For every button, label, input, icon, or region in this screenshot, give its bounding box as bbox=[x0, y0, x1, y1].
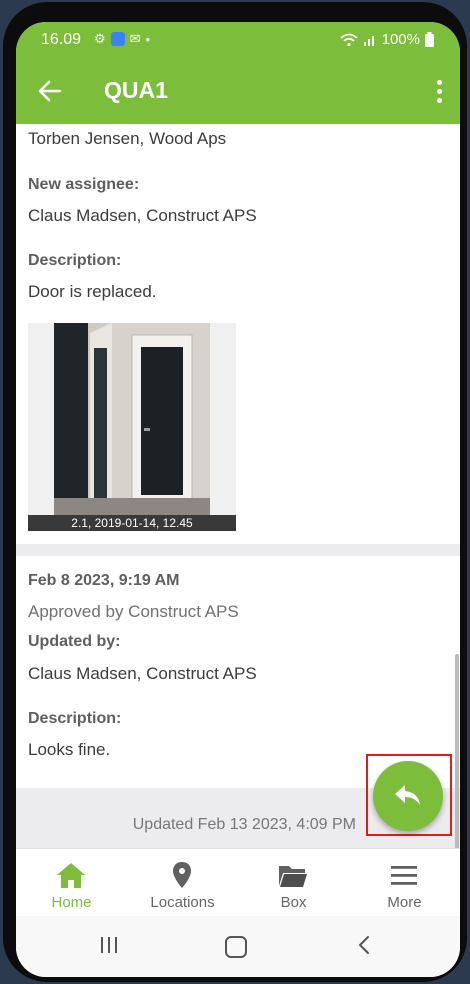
description-value: Door is replaced. bbox=[28, 282, 157, 301]
system-home-button[interactable] bbox=[225, 936, 247, 958]
nav-locations-label: Locations bbox=[150, 894, 215, 911]
hamburger-menu-icon bbox=[391, 866, 417, 885]
reply-icon bbox=[395, 785, 420, 805]
screen: 16.09 ⚙ ✉ • 100% QUA1 Torben Jensen, Woo… bbox=[16, 22, 460, 977]
description-label-2: Description: bbox=[28, 710, 122, 727]
home-icon bbox=[57, 863, 85, 888]
app-bar: QUA1 bbox=[16, 58, 460, 124]
wifi-icon bbox=[340, 33, 358, 46]
recents-button[interactable] bbox=[101, 937, 117, 953]
system-navigation-bar bbox=[16, 916, 460, 977]
bottom-navigation: Home Locations Box More bbox=[16, 848, 460, 917]
nav-locations[interactable]: Locations bbox=[127, 849, 238, 917]
nav-box-label: Box bbox=[280, 894, 307, 911]
updated-by-label: Updated by: bbox=[28, 633, 121, 650]
dot-icon: • bbox=[145, 31, 151, 47]
updated-by-value: Claus Madsen, Construct APS bbox=[28, 664, 257, 683]
overflow-menu-icon[interactable] bbox=[432, 76, 446, 106]
status-time: 16.09 bbox=[41, 31, 82, 48]
description-label: Description: bbox=[28, 252, 122, 269]
back-arrow-icon[interactable] bbox=[36, 77, 64, 105]
entry-status: Approved by Construct APS bbox=[28, 602, 239, 621]
nav-more[interactable]: More bbox=[349, 849, 460, 917]
previous-assignee-value: Torben Jensen, Wood Aps bbox=[28, 129, 227, 148]
photo-caption: 2.1, 2019-01-14, 12.45 bbox=[28, 515, 236, 531]
section-divider bbox=[16, 544, 460, 556]
issue-history[interactable]: Torben Jensen, Wood Aps New assignee: Cl… bbox=[16, 124, 460, 848]
phone-frame: 16.09 ⚙ ✉ • 100% QUA1 Torben Jensen, Woo… bbox=[3, 2, 467, 982]
location-pin-icon bbox=[173, 862, 191, 888]
battery-icon bbox=[425, 32, 434, 47]
folder-icon bbox=[279, 866, 307, 887]
nav-more-label: More bbox=[387, 894, 422, 911]
signal-icon bbox=[363, 35, 374, 46]
gear-icon: ⚙ bbox=[94, 31, 106, 46]
notification-icons: ⚙ ✉ • bbox=[94, 31, 150, 47]
app-notification-icon bbox=[110, 32, 125, 46]
status-bar: 16.09 ⚙ ✉ • 100% bbox=[16, 22, 460, 58]
new-assignee-value: Claus Madsen, Construct APS bbox=[28, 206, 257, 225]
status-right: 100% bbox=[340, 31, 434, 48]
page-title: QUA1 bbox=[104, 77, 168, 103]
entry-date: Feb 8 2023, 9:19 AM bbox=[28, 572, 180, 589]
attachment-photo[interactable]: 2.1, 2019-01-14, 12.45 bbox=[28, 323, 236, 531]
description-value-2: Looks fine. bbox=[28, 740, 111, 759]
door-photo bbox=[54, 323, 210, 515]
mail-icon: ✉ bbox=[129, 31, 141, 46]
battery-text: 100% bbox=[381, 31, 420, 48]
nav-box[interactable]: Box bbox=[238, 849, 349, 917]
updated-timestamp: Updated Feb 13 2023, 4:09 PM bbox=[132, 816, 356, 833]
nav-home-label: Home bbox=[51, 894, 92, 911]
scrollbar[interactable] bbox=[455, 654, 459, 848]
nav-home[interactable]: Home bbox=[16, 849, 127, 917]
reply-button[interactable] bbox=[373, 761, 443, 831]
system-back-icon[interactable] bbox=[356, 935, 372, 955]
new-assignee-label: New assignee: bbox=[28, 176, 140, 193]
